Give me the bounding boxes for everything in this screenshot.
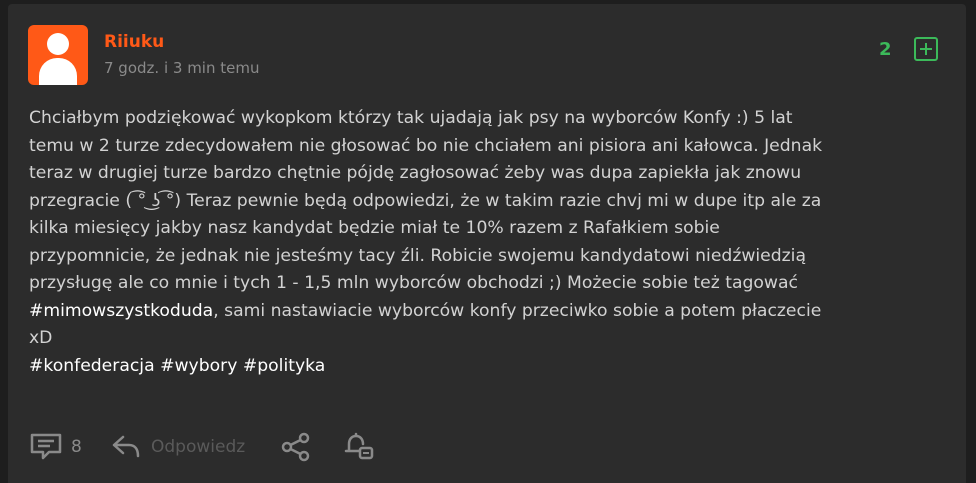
post-text-line: przysługę ale co mnie i tych 1 - 1,5 mln… xyxy=(29,273,798,293)
post-card: Riiuku 7 godz. i 3 min temu 2 Chciałbym … xyxy=(8,4,966,483)
share-button[interactable] xyxy=(279,432,313,462)
avatar-body xyxy=(39,58,77,85)
hashtag-line: #konfederacja #wybory #polityka xyxy=(29,353,953,381)
reply-label: Odpowiedz xyxy=(151,437,246,457)
reply-icon xyxy=(111,432,141,462)
comments-count: 8 xyxy=(71,437,82,457)
post-time[interactable]: 7 godz. i 3 min temu xyxy=(104,59,259,77)
post-text-line: xD xyxy=(29,328,53,348)
notification-button[interactable] xyxy=(343,432,375,462)
vote-count: 2 xyxy=(879,39,892,60)
post-text-line: Chciałbym podziękować wykopkom którzy ta… xyxy=(29,108,793,128)
plus-vote-icon[interactable] xyxy=(914,37,938,61)
post-content: Chciałbym podziękować wykopkom którzy ta… xyxy=(29,105,953,380)
avatar[interactable] xyxy=(28,25,88,85)
avatar-head xyxy=(47,33,69,55)
post-text-line: teraz w drugiej turze bardzo chętnie pój… xyxy=(29,163,802,183)
notification-bell-icon xyxy=(343,432,375,462)
comments-button[interactable]: 8 xyxy=(29,432,82,462)
share-icon xyxy=(279,432,313,462)
hashtag-link[interactable]: #mimowszystkoduda xyxy=(29,301,213,321)
post-text-line: przegracie ( ͡° ͜ʖ ͡°) Teraz pewnie będą… xyxy=(29,190,822,211)
hashtag-link[interactable]: #polityka xyxy=(243,356,325,376)
post-text-line: temu w 2 turze zdecydowałem nie głosować… xyxy=(29,135,823,156)
post-text-line: przypomnicie, że jednak nie jesteśmy tac… xyxy=(29,245,806,266)
hashtag-link[interactable]: #wybory xyxy=(160,356,237,376)
author-name[interactable]: Riiuku xyxy=(104,32,164,52)
post-text-line: kilka miesięcy jakby nasz kandydat będzi… xyxy=(29,218,720,238)
comments-icon xyxy=(29,432,63,462)
hashtag-link[interactable]: #konfederacja xyxy=(29,356,155,376)
post-text-line: #mimowszystkoduda, sami nastawiacie wybo… xyxy=(29,298,953,326)
post-text-fragment: , sami nastawiacie wyborców konfy przeci… xyxy=(213,300,822,321)
reply-button[interactable]: Odpowiedz xyxy=(111,432,245,462)
